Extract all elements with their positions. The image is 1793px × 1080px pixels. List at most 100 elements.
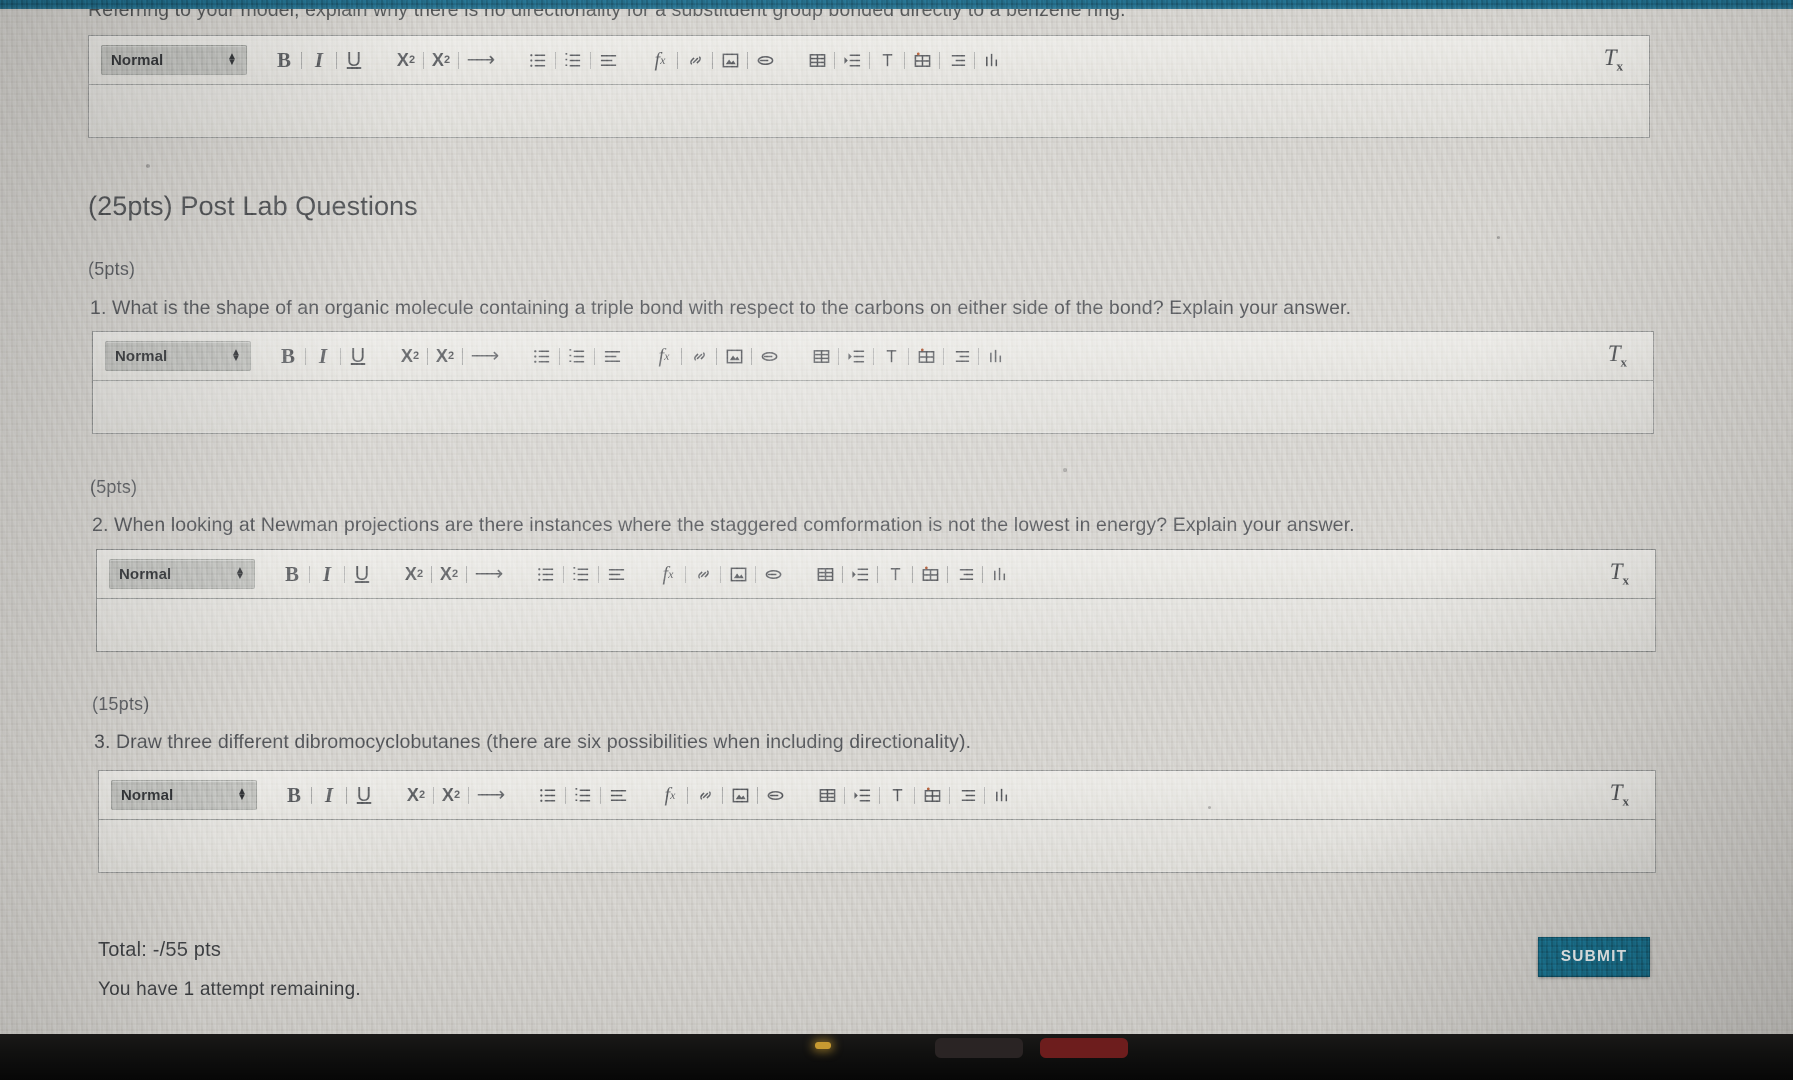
image-icon[interactable]: [725, 780, 755, 810]
formula-icon[interactable]: fx: [649, 341, 679, 371]
link-icon[interactable]: [680, 45, 710, 75]
reaction-arrow-button[interactable]: ⟶: [465, 341, 505, 371]
indent-icon[interactable]: [837, 45, 867, 75]
media-icon[interactable]: [911, 341, 941, 371]
italic-button[interactable]: I: [314, 780, 344, 810]
clear-formatting-icon[interactable]: Tx: [1610, 559, 1629, 589]
formula-icon[interactable]: fx: [653, 559, 683, 589]
link-icon[interactable]: [684, 341, 714, 371]
bold-button[interactable]: B: [277, 559, 307, 589]
link-icon[interactable]: [688, 559, 718, 589]
image-icon[interactable]: [715, 45, 745, 75]
chart-icon[interactable]: [985, 559, 1015, 589]
numbered-list-icon[interactable]: [566, 559, 596, 589]
underline-button[interactable]: U: [339, 45, 369, 75]
editor-input-0[interactable]: [89, 85, 1649, 137]
superscript-button[interactable]: X2: [436, 780, 466, 810]
toolbar-divider: [722, 786, 723, 804]
bold-button[interactable]: B: [269, 45, 299, 75]
italic-button[interactable]: I: [304, 45, 334, 75]
bullet-list-icon[interactable]: [531, 559, 561, 589]
attachment-icon[interactable]: [754, 341, 784, 371]
reaction-arrow-button[interactable]: ⟶: [469, 559, 509, 589]
chart-icon[interactable]: [987, 780, 1017, 810]
chart-icon[interactable]: [977, 45, 1007, 75]
toolbar-divider: [712, 51, 713, 69]
formula-icon[interactable]: fx: [655, 780, 685, 810]
table-icon[interactable]: [802, 45, 832, 75]
underline-button[interactable]: U: [343, 341, 373, 371]
format-select-1[interactable]: Normal ▲ ▼: [105, 341, 251, 371]
align-icon[interactable]: [601, 559, 631, 589]
indent-icon[interactable]: [847, 780, 877, 810]
bold-button[interactable]: B: [279, 780, 309, 810]
format-select-0[interactable]: Normal ▲ ▼: [101, 45, 247, 75]
attachment-icon[interactable]: [750, 45, 780, 75]
bullet-list-icon[interactable]: [527, 341, 557, 371]
submit-button[interactable]: SUBMIT: [1538, 937, 1650, 977]
text-color-icon[interactable]: [880, 559, 910, 589]
table-icon[interactable]: [812, 780, 842, 810]
media-icon[interactable]: [907, 45, 937, 75]
media-icon[interactable]: [917, 780, 947, 810]
table-icon[interactable]: [806, 341, 836, 371]
numbered-list-icon[interactable]: [558, 45, 588, 75]
align-right-icon[interactable]: [952, 780, 982, 810]
indent-icon[interactable]: [845, 559, 875, 589]
superscript-button[interactable]: X2: [430, 341, 460, 371]
subscript-button[interactable]: X2: [401, 780, 431, 810]
dust-speck: [1497, 236, 1500, 239]
attachment-icon[interactable]: [758, 559, 788, 589]
align-icon[interactable]: [597, 341, 627, 371]
reaction-arrow-button[interactable]: ⟶: [471, 780, 511, 810]
text-color-icon[interactable]: [876, 341, 906, 371]
formula-icon[interactable]: fx: [645, 45, 675, 75]
align-icon[interactable]: [603, 780, 633, 810]
bold-button[interactable]: B: [273, 341, 303, 371]
superscript-button[interactable]: X2: [426, 45, 456, 75]
media-icon[interactable]: [915, 559, 945, 589]
numbered-list-icon[interactable]: [562, 341, 592, 371]
italic-button[interactable]: I: [308, 341, 338, 371]
editor-toolbar-2: Normal ▲ ▼ B I U X2 X2 ⟶ f x Tx: [97, 550, 1655, 599]
rich-text-editor-2[interactable]: Normal ▲ ▼ B I U X2 X2 ⟶ f x Tx: [96, 549, 1656, 652]
clear-formatting-icon[interactable]: Tx: [1604, 45, 1623, 75]
align-right-icon[interactable]: [946, 341, 976, 371]
bullet-list-icon[interactable]: [533, 780, 563, 810]
underline-button[interactable]: U: [349, 780, 379, 810]
text-color-icon[interactable]: [882, 780, 912, 810]
rich-text-editor-3[interactable]: Normal ▲ ▼ B I U X2 X2 ⟶ f x Tx: [98, 770, 1656, 873]
underline-button[interactable]: U: [347, 559, 377, 589]
italic-button[interactable]: I: [312, 559, 342, 589]
format-select-3[interactable]: Normal ▲ ▼: [111, 780, 257, 810]
rich-text-editor-0[interactable]: Normal ▲ ▼ B I U X2 X2 ⟶ f x Tx: [88, 35, 1650, 138]
chart-icon[interactable]: [981, 341, 1011, 371]
format-select-2[interactable]: Normal ▲ ▼: [109, 559, 255, 589]
editor-input-2[interactable]: [97, 599, 1655, 651]
editor-input-3[interactable]: [99, 820, 1655, 872]
numbered-list-icon[interactable]: [568, 780, 598, 810]
clear-formatting-icon[interactable]: Tx: [1610, 780, 1629, 810]
editor-toolbar-3: Normal ▲ ▼ B I U X2 X2 ⟶ f x Tx: [99, 771, 1655, 820]
align-right-icon[interactable]: [950, 559, 980, 589]
align-right-icon[interactable]: [942, 45, 972, 75]
editor-input-1[interactable]: [93, 381, 1653, 433]
text-color-icon[interactable]: [872, 45, 902, 75]
subscript-button[interactable]: X2: [391, 45, 421, 75]
subscript-button[interactable]: X2: [399, 559, 429, 589]
bullet-list-icon[interactable]: [523, 45, 553, 75]
attachment-icon[interactable]: [760, 780, 790, 810]
indent-icon[interactable]: [841, 341, 871, 371]
toolbar-divider: [943, 347, 944, 365]
rich-text-editor-1[interactable]: Normal ▲ ▼ B I U X2 X2 ⟶ f x Tx: [92, 331, 1654, 434]
reaction-arrow-button[interactable]: ⟶: [461, 45, 501, 75]
link-icon[interactable]: [690, 780, 720, 810]
image-icon[interactable]: [723, 559, 753, 589]
clear-formatting-icon[interactable]: Tx: [1608, 341, 1627, 371]
superscript-button[interactable]: X2: [434, 559, 464, 589]
image-icon[interactable]: [719, 341, 749, 371]
align-icon[interactable]: [593, 45, 623, 75]
table-icon[interactable]: [810, 559, 840, 589]
toolbar-divider: [458, 51, 459, 69]
subscript-button[interactable]: X2: [395, 341, 425, 371]
